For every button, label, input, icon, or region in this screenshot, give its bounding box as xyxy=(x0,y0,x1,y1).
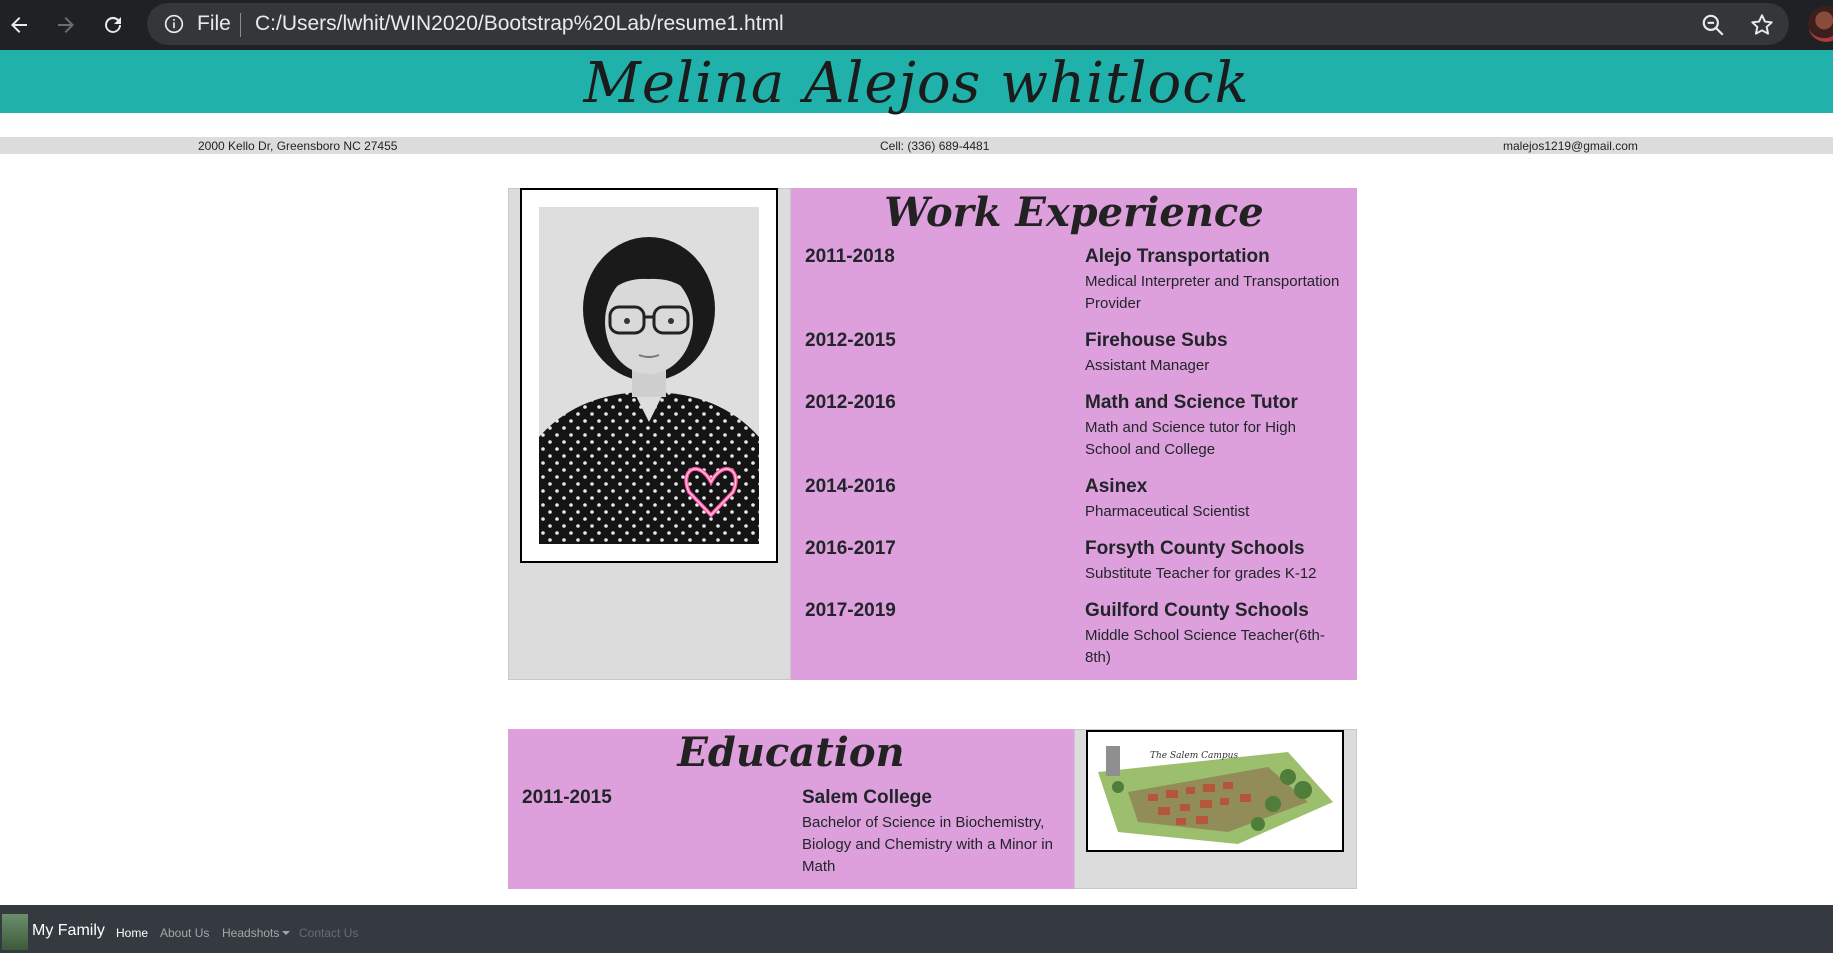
caret-down-icon xyxy=(282,931,291,935)
work-place: Asinex xyxy=(1085,476,1148,497)
work-description: Pharmaceutical Scientist xyxy=(1085,503,1250,520)
work-years: 2012-2016 xyxy=(805,392,896,413)
email-text: malejos1219@gmail.com xyxy=(1503,139,1638,153)
nav-contact-link[interactable]: Contact Us xyxy=(299,926,358,940)
work-years: 2012-2015 xyxy=(805,330,896,351)
education-years: 2011-2015 xyxy=(522,787,612,808)
footer-navbar: My Family Home About Us Headshots Contac… xyxy=(0,905,1833,953)
work-years: 2011-2018 xyxy=(805,246,895,267)
work-years: 2017-2019 xyxy=(805,600,896,621)
work-place: Guilford County Schools xyxy=(1085,600,1309,621)
contact-bar: 2000 Kello Dr, Greensboro NC 27455 Cell:… xyxy=(0,137,1833,154)
work-description: Medical Interpreter and Transportation P… xyxy=(1085,273,1340,312)
profile-photo xyxy=(539,207,759,544)
photo-frame xyxy=(520,188,778,563)
page-title: Melina Alejos whitlock xyxy=(583,51,1250,116)
reload-icon[interactable] xyxy=(95,7,131,43)
url-text[interactable]: C:/Users/lwhit/WIN2020/Bootstrap%20Lab/r… xyxy=(255,12,784,36)
profile-avatar[interactable] xyxy=(1808,6,1833,42)
address-text: 2000 Kello Dr, Greensboro NC 27455 xyxy=(198,139,398,153)
campus-map-image: The Salem Campus xyxy=(1086,730,1344,852)
navbar-brand[interactable]: My Family xyxy=(32,922,105,940)
work-place: Firehouse Subs xyxy=(1085,330,1228,351)
url-separator xyxy=(240,13,241,37)
url-scheme-label: File xyxy=(197,12,231,35)
campus-caption: The Salem Campus xyxy=(1150,751,1238,761)
work-experience-heading: Work Experience xyxy=(884,189,1264,236)
campus-illustration: The Salem Campus xyxy=(1088,732,1342,850)
nav-headshots-dropdown[interactable]: Headshots xyxy=(222,926,291,940)
address-bar[interactable]: File C:/Users/lwhit/WIN2020/Bootstrap%20… xyxy=(147,3,1789,45)
work-place: Forsyth County Schools xyxy=(1085,538,1305,559)
back-arrow-icon[interactable] xyxy=(1,7,37,43)
work-description: Substitute Teacher for grades K-12 xyxy=(1085,565,1317,582)
education-school: Salem College xyxy=(802,787,932,808)
cell-text: Cell: (336) 689-4481 xyxy=(880,139,990,153)
headshots-label: Headshots xyxy=(222,926,280,940)
forward-arrow-icon[interactable] xyxy=(48,7,84,43)
work-description: Middle School Science Teacher(6th-8th) xyxy=(1085,627,1325,666)
education-description: Bachelor of Science in Biochemistry, Bio… xyxy=(802,814,1053,875)
bookmark-star-icon[interactable] xyxy=(1749,12,1775,38)
work-description: Math and Science tutor for High School a… xyxy=(1085,419,1296,458)
zoom-icon[interactable] xyxy=(1700,12,1726,38)
portrait-image xyxy=(539,207,759,544)
work-years: 2016-2017 xyxy=(805,538,896,559)
info-icon[interactable] xyxy=(164,14,184,34)
work-place: Math and Science Tutor xyxy=(1085,392,1298,413)
family-logo[interactable] xyxy=(2,914,28,950)
work-years: 2014-2016 xyxy=(805,476,896,497)
education-heading: Education xyxy=(677,729,905,776)
work-description: Assistant Manager xyxy=(1085,357,1210,374)
work-place: Alejo Transportation xyxy=(1085,246,1270,267)
nav-home-link[interactable]: Home xyxy=(116,926,148,940)
nav-about-link[interactable]: About Us xyxy=(160,926,209,940)
